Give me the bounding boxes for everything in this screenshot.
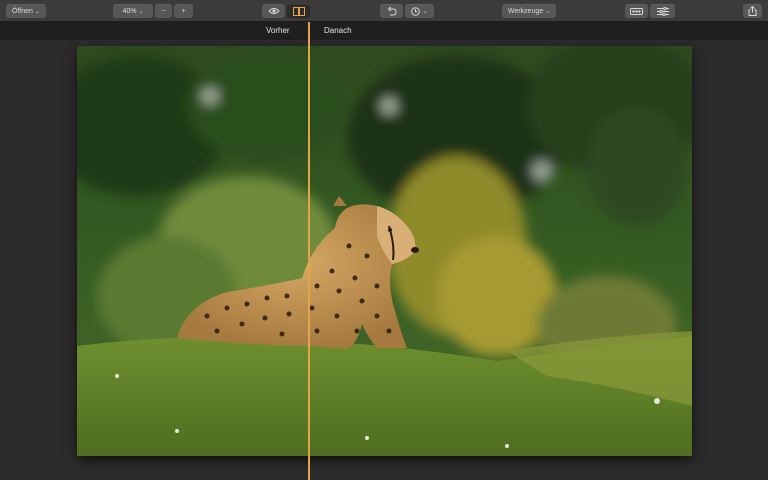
zoom-in-label: + [181, 7, 186, 15]
after-label: Danach [324, 26, 352, 35]
zoom-label: 40% [122, 7, 137, 15]
share-button[interactable] [743, 4, 762, 18]
zoom-out-button[interactable]: − [155, 4, 172, 18]
adjustments-button[interactable] [650, 4, 675, 18]
sliders-icon [656, 6, 669, 16]
before-label: Vorher [266, 26, 290, 35]
compare-label-bar: Vorher Danach [0, 22, 768, 40]
preview-button[interactable] [262, 4, 285, 18]
open-button[interactable]: Öffnen ⌄ [6, 4, 46, 18]
chevron-down-icon: ⌄ [545, 8, 551, 15]
undo-button[interactable] [380, 4, 403, 18]
top-toolbar: Öffnen ⌄ 40% ⌄ − + ⌄ Werkzeuge ⌄ [0, 0, 768, 22]
image-canvas [0, 40, 768, 480]
undo-icon [387, 6, 397, 15]
before-after-icon [630, 7, 643, 15]
before-after-divider[interactable] [308, 22, 310, 480]
photo-image [77, 46, 692, 456]
chevron-down-icon: ⌄ [138, 8, 144, 15]
history-button[interactable]: ⌄ [405, 4, 434, 18]
tools-button[interactable]: Werkzeuge ⌄ [502, 4, 556, 18]
split-view-icon [292, 6, 305, 16]
share-icon [748, 6, 757, 16]
compare-ab-button[interactable] [625, 4, 648, 18]
tools-label: Werkzeuge [507, 7, 544, 15]
cheetah-photo[interactable] [77, 46, 692, 456]
history-icon [411, 6, 421, 16]
split-compare-button[interactable] [287, 4, 310, 18]
zoom-select[interactable]: 40% ⌄ [113, 4, 153, 18]
eye-icon [267, 8, 280, 14]
zoom-out-label: − [161, 7, 166, 15]
zoom-in-button[interactable]: + [174, 4, 193, 18]
chevron-down-icon: ⌄ [34, 8, 40, 15]
open-label: Öffnen [12, 7, 33, 15]
chevron-down-icon: ⌄ [422, 8, 428, 15]
